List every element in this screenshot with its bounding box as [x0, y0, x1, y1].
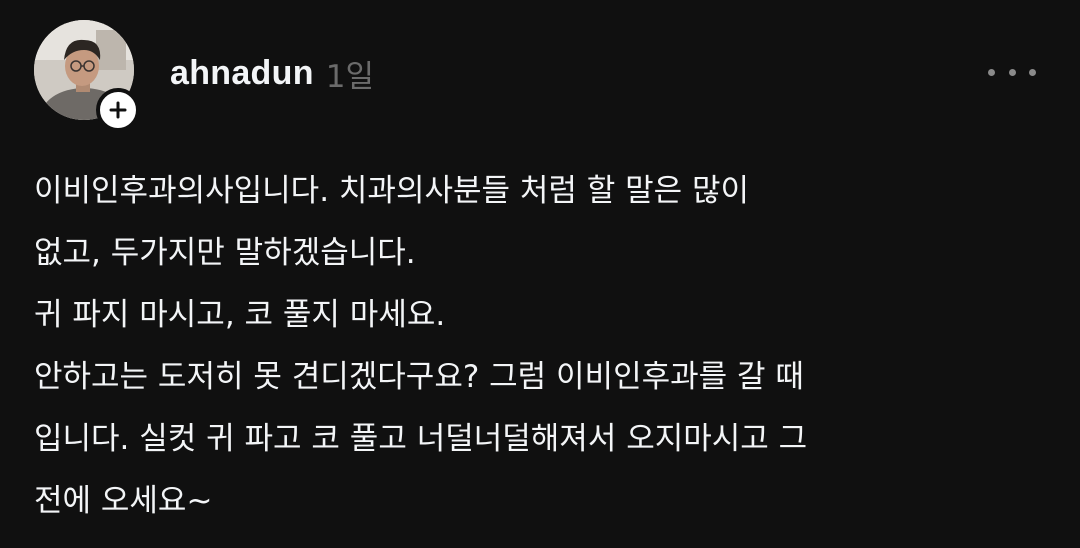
- thread-post: ahnadun 1일 이비인후과의사입니다. 치과의사분들 처럼 할 말은 많이…: [0, 0, 1080, 548]
- more-dots-icon: [988, 68, 995, 76]
- follow-button[interactable]: [96, 88, 140, 132]
- post-body-line: 안하고는 도저히 못 견디겠다구요? 그럼 이비인후과를 갈 때: [34, 359, 804, 395]
- username-link[interactable]: ahnadun: [170, 54, 314, 93]
- plus-icon: [108, 100, 128, 120]
- post-body-line: 없고, 두가지만 말하겠습니다.: [34, 235, 416, 271]
- post-body-line: 귀 파지 마시고, 코 풀지 마세요.: [34, 297, 446, 333]
- more-dots-icon: [1029, 68, 1036, 76]
- post-body-line: 입니다. 실컷 귀 파고 코 풀고 너덜너덜해져서 오지마시고 그: [34, 421, 808, 457]
- avatar-container: [34, 20, 140, 132]
- post-body-line: 전에 오세요~: [34, 483, 213, 519]
- post-body-line: 이비인후과의사입니다. 치과의사분들 처럼 할 말은 많이: [34, 173, 750, 209]
- post-timestamp: 1일: [325, 58, 375, 95]
- more-options-button[interactable]: [986, 58, 1038, 86]
- post-header: ahnadun 1일: [170, 48, 374, 98]
- post-body: 이비인후과의사입니다. 치과의사분들 처럼 할 말은 많이 없고, 두가지만 말…: [34, 160, 1054, 532]
- more-dots-icon: [1008, 68, 1016, 76]
